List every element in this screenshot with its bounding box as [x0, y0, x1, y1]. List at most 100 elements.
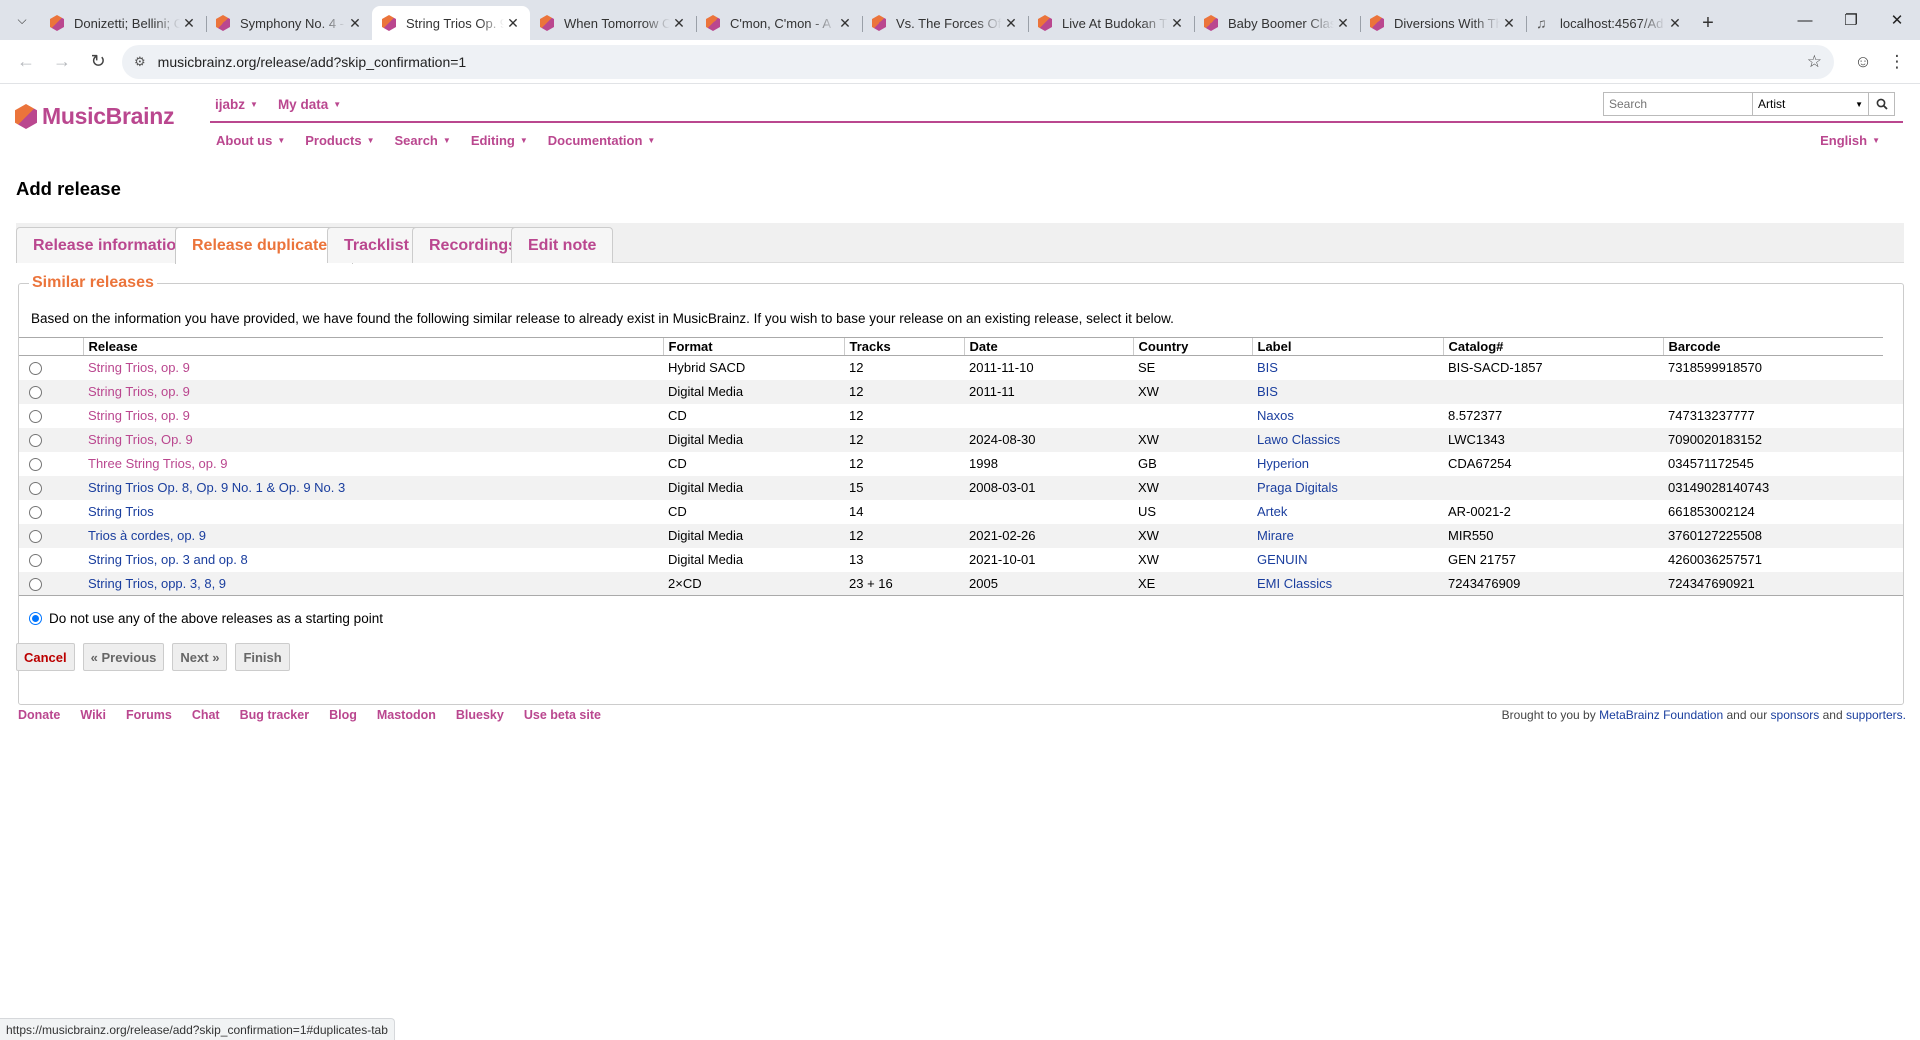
label-link[interactable]: BIS: [1257, 384, 1278, 399]
browser-menu-icon[interactable]: ⋮: [1882, 47, 1912, 77]
release-link[interactable]: Trios à cordes, op. 9: [88, 528, 206, 543]
close-tab-icon[interactable]: ✕: [1334, 15, 1352, 32]
release-link[interactable]: String Trios, op. 3 and op. 8: [88, 552, 248, 567]
release-link[interactable]: String Trios Op. 8, Op. 9 No. 1 & Op. 9 …: [88, 480, 345, 495]
footer-link-chat[interactable]: Chat: [192, 708, 220, 722]
close-tab-icon[interactable]: ✕: [1168, 15, 1186, 32]
table-row[interactable]: String Trios, op. 9 CD 12 Naxos 8.572377 7473…: [19, 404, 1903, 428]
close-tab-icon[interactable]: ✕: [836, 15, 854, 32]
label-link[interactable]: Mirare: [1257, 528, 1294, 543]
browser-tab[interactable]: When Tomorrow C ✕: [530, 6, 696, 40]
browser-tab[interactable]: Live At Budokan T ✕: [1028, 6, 1194, 40]
close-tab-icon[interactable]: ✕: [504, 15, 522, 32]
release-radio[interactable]: [29, 362, 42, 376]
table-row[interactable]: String Trios, op. 9 Hybrid SACD 12 2011-11-…: [19, 356, 1903, 380]
browser-tab[interactable]: Diversions With Th ✕: [1360, 6, 1526, 40]
nav-search[interactable]: Search ▼: [395, 133, 451, 148]
release-link[interactable]: String Trios, Op. 9: [88, 432, 193, 447]
address-bar[interactable]: ⚙ musicbrainz.org/release/add?skip_confi…: [122, 44, 1834, 79]
footer-link-blog[interactable]: Blog: [329, 708, 357, 722]
table-row[interactable]: String Trios, opp. 3, 8, 9 2×CD 23 + 16 200…: [19, 571, 1903, 596]
browser-tab[interactable]: C'mon, C'mon - A ✕: [696, 6, 862, 40]
bookmark-star-icon[interactable]: ☆: [1807, 52, 1822, 72]
nav-documentation[interactable]: Documentation ▼: [548, 133, 656, 148]
label-link[interactable]: Artek: [1257, 504, 1287, 519]
supporters-link[interactable]: supporters.: [1846, 708, 1906, 722]
label-link[interactable]: Praga Digitals: [1257, 480, 1338, 495]
release-radio[interactable]: [29, 577, 42, 591]
profile-icon[interactable]: ☺: [1848, 47, 1878, 77]
label-link[interactable]: Hyperion: [1257, 456, 1309, 471]
table-row[interactable]: Trios à cordes, op. 9 Digital Media 12 2021…: [19, 523, 1903, 548]
release-link[interactable]: String Trios: [88, 504, 154, 519]
close-tab-icon[interactable]: ✕: [1500, 15, 1518, 32]
release-link[interactable]: Three String Trios, op. 9: [88, 456, 227, 471]
label-link[interactable]: Naxos: [1257, 408, 1294, 423]
nav-products[interactable]: Products ▼: [305, 133, 374, 148]
search-button[interactable]: [1869, 92, 1895, 116]
finish-button[interactable]: Finish: [235, 643, 290, 671]
tab-edit-note[interactable]: Edit note: [511, 227, 614, 263]
back-icon[interactable]: ←: [8, 44, 44, 80]
next-button[interactable]: Next »: [172, 643, 228, 671]
sponsors-link[interactable]: sponsors: [1771, 708, 1820, 722]
user-menu-my-data[interactable]: My data ▼: [278, 97, 341, 112]
browser-tab[interactable]: String Trios Op. 9 ✕: [372, 6, 530, 40]
table-row[interactable]: String Trios, op. 3 and op. 8 Digital Med…: [19, 548, 1903, 572]
release-radio[interactable]: [29, 434, 42, 448]
label-link[interactable]: Lawo Classics: [1257, 432, 1340, 447]
close-window-icon[interactable]: ✕: [1874, 0, 1920, 40]
no-release-radio[interactable]: [29, 612, 42, 625]
close-tab-icon[interactable]: ✕: [1666, 15, 1684, 32]
metabrainz-link[interactable]: MetaBrainz Foundation: [1599, 708, 1723, 722]
table-row[interactable]: Three String Trios, op. 9 CD 12 1998 GB Hyper…: [19, 452, 1903, 476]
cancel-button[interactable]: Cancel: [16, 643, 75, 671]
browser-tab[interactable]: Baby Boomer Clas ✕: [1194, 6, 1360, 40]
release-radio[interactable]: [29, 386, 42, 400]
browser-tab[interactable]: Donizetti; Bellini; C ✕: [40, 6, 206, 40]
browser-tab[interactable]: Symphony No. 4 - ✕: [206, 6, 372, 40]
close-tab-icon[interactable]: ✕: [1002, 15, 1020, 32]
table-row[interactable]: String Trios Op. 8, Op. 9 No. 1 & Op. 9 …: [19, 475, 1903, 500]
restore-icon[interactable]: ❐: [1828, 0, 1874, 40]
release-radio[interactable]: [29, 554, 42, 568]
footer-link-donate[interactable]: Donate: [18, 708, 60, 722]
release-radio[interactable]: [29, 458, 42, 472]
forward-icon[interactable]: →: [44, 44, 80, 80]
release-radio[interactable]: [29, 482, 42, 496]
new-tab-icon[interactable]: +: [1692, 6, 1724, 40]
release-radio[interactable]: [29, 530, 42, 544]
nav-editing[interactable]: Editing ▼: [471, 133, 528, 148]
close-tab-icon[interactable]: ✕: [670, 15, 688, 32]
previous-button[interactable]: « Previous: [82, 643, 165, 671]
label-link[interactable]: BIS: [1257, 360, 1278, 375]
browser-tab[interactable]: Vs. The Forces Of ✕: [862, 6, 1028, 40]
search-input[interactable]: [1603, 92, 1753, 116]
close-tab-icon[interactable]: ✕: [346, 15, 364, 32]
table-row[interactable]: String Trios, Op. 9 Digital Media 12 2024-0…: [19, 427, 1903, 452]
tab-search-icon[interactable]: ⌵: [10, 8, 34, 32]
site-info-icon[interactable]: ⚙: [134, 54, 146, 70]
footer-link-wiki[interactable]: Wiki: [80, 708, 106, 722]
release-link[interactable]: String Trios, op. 9: [88, 360, 190, 375]
nav-about-us[interactable]: About us ▼: [216, 133, 285, 148]
release-link[interactable]: String Trios, opp. 3, 8, 9: [88, 576, 226, 591]
label-link[interactable]: EMI Classics: [1257, 576, 1332, 591]
address-url[interactable]: musicbrainz.org/release/add?skip_confirm…: [158, 54, 1807, 70]
language-menu[interactable]: English ▼: [1820, 133, 1880, 148]
browser-tab[interactable]: ♫ localhost:4567/Ad ✕: [1526, 6, 1692, 40]
user-menu-ijabz[interactable]: ijabz ▼: [215, 97, 258, 112]
footer-link-use-beta-site[interactable]: Use beta site: [524, 708, 601, 722]
release-radio[interactable]: [29, 410, 42, 424]
release-link[interactable]: String Trios, op. 9: [88, 408, 190, 423]
table-row[interactable]: String Trios CD 14 US Artek AR-0021-2 66185300…: [19, 500, 1903, 524]
release-radio[interactable]: [29, 506, 42, 520]
search-type-select[interactable]: Artist ▼: [1753, 92, 1869, 116]
close-tab-icon[interactable]: ✕: [180, 15, 198, 32]
minimize-icon[interactable]: —: [1782, 0, 1828, 40]
reload-icon[interactable]: ↻: [80, 44, 116, 80]
footer-link-mastodon[interactable]: Mastodon: [377, 708, 436, 722]
label-link[interactable]: GENUIN: [1257, 552, 1308, 567]
release-link[interactable]: String Trios, op. 9: [88, 384, 190, 399]
musicbrainz-logo[interactable]: MusicBrainz: [15, 103, 174, 130]
